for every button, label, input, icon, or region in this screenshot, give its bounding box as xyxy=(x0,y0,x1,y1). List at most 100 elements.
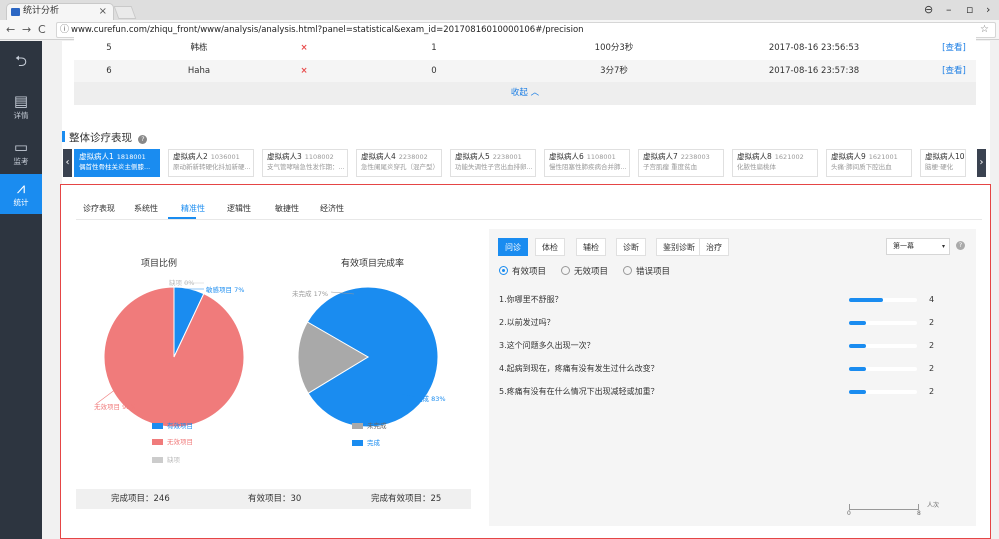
back-arrow-icon[interactable]: ← xyxy=(6,23,15,36)
count-bar-track xyxy=(849,390,917,394)
radio-icon xyxy=(623,266,632,275)
sub-tab[interactable]: 经济性 xyxy=(320,203,344,214)
patient-card[interactable]: 虚拟病人8 1621002 化脓性扁桃体 xyxy=(732,149,818,177)
row-score: 0 xyxy=(431,66,437,76)
sidebar-item-label: 统计 xyxy=(13,198,29,207)
sub-tab[interactable]: 逻辑性 xyxy=(227,203,251,214)
category-tab[interactable]: 体检 xyxy=(535,238,565,256)
patient-card[interactable]: 虚拟病人5 2238001 功能失调性子宫出血排卵... xyxy=(450,149,536,177)
info-icon: ⓘ xyxy=(60,25,70,35)
minimize-icon[interactable]: – xyxy=(946,3,952,16)
count-bar xyxy=(849,321,866,325)
sidebar-item-stats[interactable]: ⩘ 统计 xyxy=(0,174,42,214)
prev-patient-button[interactable]: ‹ xyxy=(63,149,72,177)
patient-card[interactable]: 虚拟病人6 1108001 慢性阻塞性肺疾病合并肺... xyxy=(544,149,630,177)
pie2-label-incomplete: 未完成 17% xyxy=(292,290,329,298)
patient-card[interactable]: 虚拟病人3 1108002 支气管哮喘急性发作期：... xyxy=(262,149,348,177)
summary-completed: 完成项目：246 xyxy=(111,494,170,504)
profile-icon[interactable]: ⊖ xyxy=(924,3,933,16)
question-text: 4.起病到现在，疼痛有没有发生过什么改变？ xyxy=(499,364,659,373)
close-window-icon[interactable]: › xyxy=(986,3,990,16)
pie2-title: 有效项目完成率 xyxy=(341,259,405,269)
tab-divider xyxy=(76,219,982,220)
question-text: 3.这个问题多久出现一次？ xyxy=(499,341,595,350)
legend-complete[interactable]: 完成 xyxy=(352,439,380,447)
patient-card[interactable]: 虚拟病人7 2238003 子宫肌瘤 重度贫血 xyxy=(638,149,724,177)
category-tab[interactable]: 治疗 xyxy=(699,238,729,256)
forward-arrow-icon[interactable]: → xyxy=(22,23,31,36)
tab-close-icon[interactable]: × xyxy=(99,4,107,19)
category-tab[interactable]: 鉴别诊断 xyxy=(656,238,702,256)
count-bar-track xyxy=(849,344,917,348)
sidebar-item-monitor[interactable]: ▭ 监考 xyxy=(0,133,42,173)
back-icon: ⮌ xyxy=(14,52,27,70)
category-tab[interactable]: 诊断 xyxy=(616,238,646,256)
legend-swatch xyxy=(352,440,363,446)
url-input[interactable]: ⓘ www.curefun.com/zhiqu_front/www/analys… xyxy=(56,22,996,38)
scene-select[interactable]: 第一幕 ▾ xyxy=(886,238,950,255)
patient-card[interactable]: 虚拟病人2 1036001 原动新新转硬化抖加新硬... xyxy=(168,149,254,177)
maximize-icon[interactable]: ▫ xyxy=(966,3,973,16)
sub-tab[interactable]: 诊疗表现 xyxy=(83,203,115,214)
legend-swatch xyxy=(152,439,163,445)
collapse-button[interactable]: 收起 ︿ xyxy=(74,82,976,105)
patient-card[interactable]: 虚拟病人10 脑梗·硬化 xyxy=(920,149,966,177)
question-row: 2.以前发过吗？ 2 xyxy=(499,317,959,329)
patient-card[interactable]: 虚拟病人4 2238002 急性阑尾炎穿孔（混产型） xyxy=(356,149,442,177)
question-row: 4.起病到现在，疼痛有没有发生过什么改变？ 2 xyxy=(499,363,959,375)
category-tab[interactable]: 辅检 xyxy=(576,238,606,256)
help-icon[interactable]: ? xyxy=(956,241,965,250)
count-bar-track xyxy=(849,298,917,302)
reload-icon[interactable]: C xyxy=(38,23,46,36)
category-tab[interactable]: 问诊 xyxy=(498,238,528,256)
browser-tab[interactable]: 统计分析 × xyxy=(6,3,114,20)
help-icon[interactable]: ? xyxy=(138,135,148,144)
view-link[interactable]: [查看] xyxy=(934,60,974,82)
radio-icon xyxy=(499,266,508,275)
sub-tab[interactable]: 精准性 xyxy=(181,203,205,214)
radio-icon xyxy=(561,266,570,275)
view-link[interactable]: [查看] xyxy=(934,37,974,59)
sub-tab[interactable]: 系统性 xyxy=(134,203,158,214)
question-count: 2 xyxy=(929,318,935,327)
pie1-title: 项目比例 xyxy=(141,259,178,269)
sidebar-item-detail[interactable]: ▤ 详情 xyxy=(0,87,42,127)
table-row: 6 Haha × 0 3分7秒 2017-08-16 23:57:38 [查看] xyxy=(74,60,976,82)
question-text: 1.你哪里不舒服？ xyxy=(499,295,563,304)
monitor-icon: ▭ xyxy=(13,138,29,156)
legend-effective[interactable]: 有效项目 xyxy=(152,422,193,430)
sub-tab[interactable]: 敏捷性 xyxy=(275,203,299,214)
chart-icon: ⩘ xyxy=(16,179,26,197)
sidebar-item-label: 监考 xyxy=(13,157,29,166)
question-row: 1.你哪里不舒服？ 4 xyxy=(499,294,959,306)
patient-card[interactable]: 虚拟病人9 1621001 头痛·肺间质下腔出血 xyxy=(826,149,912,177)
count-bar xyxy=(849,298,883,302)
pie1-label-missing: 缺项 0% xyxy=(169,279,195,287)
detail-icon: ▤ xyxy=(13,92,29,110)
fail-icon: × xyxy=(300,43,308,53)
pie-panel: 项目比例 有效项目完成率 缺项 0% 敏感项目 7% 无效项目 93% 未完成 … xyxy=(76,229,471,511)
chevron-down-icon: ▾ xyxy=(941,243,945,250)
legend-incomplete[interactable]: 未完成 xyxy=(352,422,387,430)
sidebar: ⮌ ▤ 详情 ▭ 监考 ⩘ 统计 xyxy=(0,41,42,539)
radio-effective[interactable]: 有效项目 xyxy=(499,265,546,277)
summary-completed-effective: 完成有效项目：25 xyxy=(371,494,442,504)
row-time: 2017-08-16 23:57:38 xyxy=(768,66,860,76)
next-patient-button[interactable]: › xyxy=(977,149,986,177)
legend-invalid[interactable]: 无效项目 xyxy=(152,438,193,446)
bookmark-star-icon[interactable]: ☆ xyxy=(980,23,989,37)
legend-missing[interactable]: 缺项 xyxy=(152,456,180,464)
new-tab-button[interactable] xyxy=(113,6,137,19)
patient-card[interactable]: 虚拟病人1 1818001 偶首性骨柱关炎主侧膝... xyxy=(74,149,160,177)
question-text: 2.以前发过吗？ xyxy=(499,318,555,327)
radio-error[interactable]: 错误项目 xyxy=(623,265,670,277)
legend-swatch xyxy=(352,423,363,429)
radio-invalid[interactable]: 无效项目 xyxy=(561,265,608,277)
count-axis xyxy=(849,500,919,510)
sidebar-item-back[interactable]: ⮌ xyxy=(0,47,42,87)
row-time: 2017-08-16 23:56:53 xyxy=(768,43,860,53)
question-count: 2 xyxy=(929,387,935,396)
tab-title: 统计分析 xyxy=(23,6,60,16)
summary-effective: 有效项目：30 xyxy=(248,494,302,504)
favicon-icon xyxy=(11,8,20,16)
